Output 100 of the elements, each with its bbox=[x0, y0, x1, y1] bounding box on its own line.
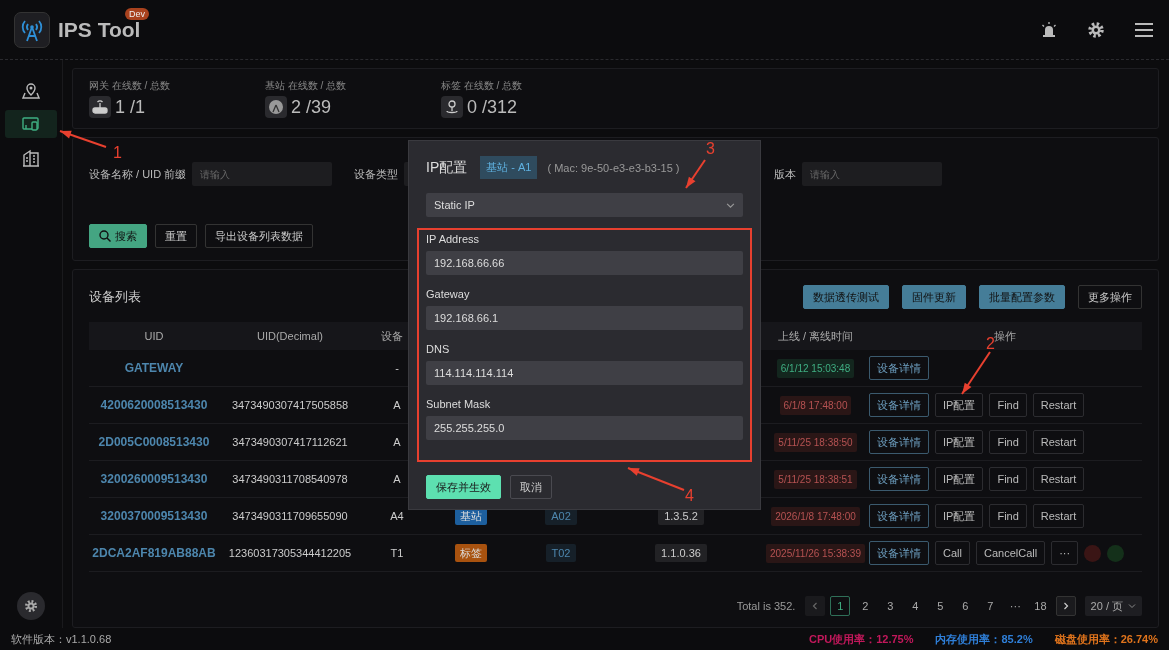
search-button[interactable]: 搜索 bbox=[89, 224, 147, 248]
stat-value: 1 /1 bbox=[115, 96, 146, 118]
page-button[interactable]: 3 bbox=[880, 596, 901, 616]
devices-icon[interactable] bbox=[5, 110, 57, 138]
uid-link[interactable]: 2D005C0008513430 bbox=[98, 435, 210, 449]
column-header: 操作 bbox=[993, 329, 1016, 342]
page-button[interactable]: 2 bbox=[855, 596, 876, 616]
uid-link[interactable]: 3200370009513430 bbox=[100, 509, 208, 523]
app-name: IPS Tool bbox=[58, 17, 141, 41]
row-action-button[interactable]: 设备详情 bbox=[869, 541, 929, 565]
field-label: IP Address bbox=[426, 233, 480, 245]
toolbar-button[interactable]: 更多操作 bbox=[1078, 285, 1142, 309]
row-action-button[interactable]: 设备详情 bbox=[869, 393, 929, 417]
previous-page-button[interactable] bbox=[805, 596, 826, 616]
row-action-button[interactable]: IP配置 bbox=[935, 467, 984, 491]
toolbar-button[interactable]: 固件更新 bbox=[902, 285, 966, 309]
input-field[interactable]: 192.168.66.1 bbox=[426, 306, 743, 330]
export-button[interactable]: 导出设备列表数据 bbox=[205, 224, 313, 248]
input-field[interactable]: 255.255.255.0 bbox=[426, 416, 743, 440]
row-action-button[interactable]: Restart bbox=[1032, 467, 1085, 491]
uid-link[interactable]: 4200620008513430 bbox=[100, 398, 208, 412]
status-time: 6/1/12 15:03:48 bbox=[776, 359, 855, 378]
row-action-button[interactable]: Find bbox=[989, 467, 1027, 491]
uid-link[interactable]: GATEWAY bbox=[124, 361, 184, 375]
toolbar-button[interactable]: 数据透传测试 bbox=[803, 285, 889, 309]
ip-mode-select[interactable]: Static IP bbox=[426, 193, 743, 217]
field-label: 设备类型 bbox=[354, 166, 399, 182]
tower-icon bbox=[265, 96, 287, 118]
page-button[interactable]: 6 bbox=[955, 596, 976, 616]
row-action-button[interactable]: Call bbox=[935, 541, 970, 565]
input-field[interactable]: 192.168.66.66 bbox=[426, 251, 743, 275]
row-action-button[interactable]: 设备详情 bbox=[869, 467, 929, 491]
field-label: 版本 bbox=[774, 166, 796, 182]
page-button[interactable]: 18 bbox=[1030, 596, 1051, 616]
uid-link[interactable]: 2DCA2AF819AB88AB bbox=[92, 546, 216, 560]
table-cell: A bbox=[393, 473, 401, 485]
uid-link[interactable]: 3200260009513430 bbox=[100, 472, 208, 486]
column-header: UID(Decimal) bbox=[257, 330, 323, 342]
menu-icon[interactable] bbox=[1135, 22, 1153, 37]
row-action-button[interactable]: ··· bbox=[1051, 541, 1079, 565]
field-label: DNS bbox=[426, 343, 451, 355]
page-button[interactable]: 7 bbox=[980, 596, 1001, 616]
row-action-button[interactable]: 设备详情 bbox=[869, 430, 929, 454]
status-time: 6/1/8 17:48:00 bbox=[779, 396, 852, 415]
page-button[interactable]: ··· bbox=[1005, 596, 1026, 616]
field-label: 设备名称 / UID 前缀 bbox=[89, 166, 187, 182]
toolbar-button[interactable]: 批量配置参数 bbox=[979, 285, 1065, 309]
alarm-light-icon[interactable] bbox=[1041, 21, 1057, 38]
save-button[interactable]: 保存并生效 bbox=[426, 475, 501, 499]
cancel-button[interactable]: 取消 bbox=[510, 475, 552, 499]
row-action-button[interactable]: Restart bbox=[1032, 504, 1085, 528]
column-header: 上线 / 离线时间 bbox=[777, 329, 854, 342]
annotation-number: 3 bbox=[706, 141, 715, 157]
status-time: 5/11/25 18:38:51 bbox=[774, 470, 857, 489]
page-button[interactable]: 5 bbox=[930, 596, 951, 616]
chevron-down-icon bbox=[726, 200, 735, 210]
status-time: 5/11/25 18:38:50 bbox=[774, 433, 857, 452]
next-page-button[interactable] bbox=[1055, 596, 1076, 616]
table-cell: 3473490311709655090 bbox=[232, 510, 348, 522]
stat-value: 2 /39 bbox=[291, 96, 332, 118]
logo-icon bbox=[14, 11, 50, 48]
type-tag: 标签 bbox=[455, 543, 487, 562]
input-field[interactable]: 114.114.114.114 bbox=[426, 361, 743, 385]
table-cell: T1 bbox=[390, 547, 404, 559]
page-button[interactable]: 1 bbox=[830, 596, 851, 616]
reset-button[interactable]: 重置 bbox=[155, 224, 197, 248]
location-pin-icon bbox=[441, 96, 463, 118]
dialog-title: IP配置 bbox=[426, 158, 468, 177]
settings-icon[interactable] bbox=[1087, 20, 1105, 39]
table-cell: 3473490311708540978 bbox=[232, 473, 348, 485]
row-action-button[interactable]: IP配置 bbox=[935, 393, 984, 417]
device-tag: 基站 - A1 bbox=[480, 156, 538, 179]
row-action-button[interactable]: Restart bbox=[1032, 430, 1085, 454]
row-action-button[interactable]: IP配置 bbox=[935, 430, 984, 454]
row-action-button[interactable]: CancelCall bbox=[975, 541, 1046, 565]
stat-label: 网关 在线数 / 总数 bbox=[89, 79, 172, 93]
stat-value: 0 /312 bbox=[467, 96, 518, 118]
row-action-button[interactable]: Find bbox=[989, 504, 1027, 528]
input-field[interactable]: 请输入 bbox=[802, 162, 942, 186]
usage-metric: 磁盘使用率：26.74% bbox=[1054, 631, 1158, 647]
annotation-arrow bbox=[961, 351, 991, 395]
usage-metric: CPU使用率：12.75% bbox=[808, 631, 914, 647]
name-tag: T02 bbox=[545, 544, 577, 562]
chevron-left-icon bbox=[811, 602, 820, 610]
row-action-button[interactable]: IP配置 bbox=[935, 504, 984, 528]
annotation-number: 4 bbox=[685, 488, 694, 504]
status-time: 2025/11/26 15:38:39 bbox=[766, 544, 865, 563]
router-icon bbox=[89, 96, 111, 118]
row-action-button[interactable]: 设备详情 bbox=[869, 356, 929, 380]
row-action-button[interactable]: Find bbox=[989, 393, 1027, 417]
section-title: 设备列表 bbox=[89, 288, 141, 306]
input-field[interactable]: 请输入 bbox=[192, 162, 333, 186]
page-button[interactable]: 4 bbox=[905, 596, 926, 616]
annotation-arrow bbox=[627, 467, 685, 491]
row-action-button[interactable]: Restart bbox=[1032, 393, 1085, 417]
table-cell: A bbox=[393, 399, 401, 411]
page-size-select[interactable]: 20 / 页 bbox=[1084, 596, 1142, 616]
row-action-button[interactable]: Find bbox=[989, 430, 1027, 454]
row-action-button[interactable]: 设备详情 bbox=[869, 504, 929, 528]
settings-icon[interactable] bbox=[17, 592, 45, 620]
